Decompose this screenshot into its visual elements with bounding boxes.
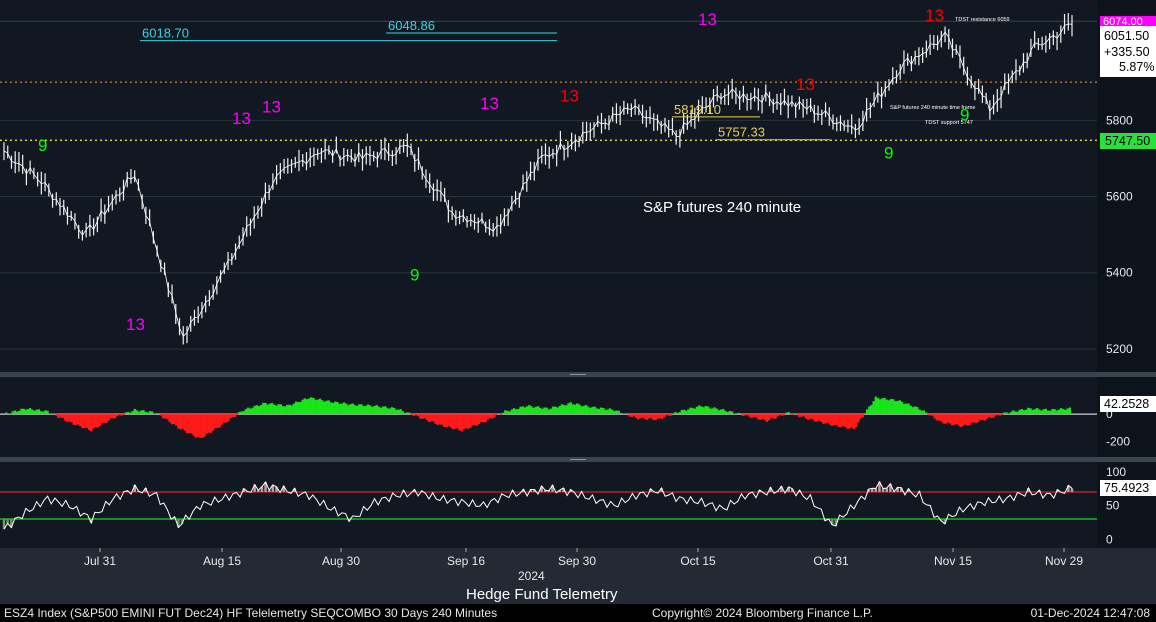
- x-tick-label: Sep 16: [447, 554, 485, 568]
- x-year-label: 2024: [518, 569, 545, 583]
- level-label: 6048.86: [388, 18, 435, 33]
- x-tick-label: Oct 15: [680, 554, 716, 568]
- x-tick-label: Oct 31: [813, 554, 849, 568]
- x-tick-label: Aug 15: [203, 554, 241, 568]
- divider-grip-1: [570, 374, 586, 375]
- momentum-tick-label: -200: [1106, 434, 1130, 448]
- signal-label: 9: [410, 265, 419, 284]
- oscillator-tick-label: 100: [1106, 465, 1126, 479]
- signal-label: 13: [126, 315, 145, 334]
- x-tick-label: Sep 30: [558, 554, 596, 568]
- oscillator-tick-label: 50: [1106, 499, 1120, 513]
- x-tick-label: Aug 30: [322, 554, 360, 568]
- price-panel-bg: [0, 0, 1097, 372]
- signal-label: 13: [796, 75, 815, 94]
- footer-timestamp: 01-Dec-2024 12:47:08: [1030, 606, 1150, 620]
- last-price: 6051.50: [1104, 29, 1149, 43]
- price-tick-label: 5200: [1106, 342, 1133, 356]
- signal-label: 13: [698, 10, 717, 29]
- price-tick-label: 5800: [1106, 113, 1133, 127]
- oscillator-tick-label: 0: [1106, 532, 1113, 546]
- x-tick-label: Nov 15: [934, 554, 972, 568]
- chart-annotation: S&P futures 240 minute: [643, 199, 801, 216]
- signal-label: 13: [262, 98, 281, 117]
- price-tick-label: 5400: [1106, 266, 1133, 280]
- signal-label: 13: [480, 94, 499, 113]
- x-tick-label: Jul 31: [84, 554, 116, 568]
- price-tick-label: 5600: [1106, 190, 1133, 204]
- footer-copyright: Copyright© 2024 Bloomberg Finance L.P.: [652, 606, 873, 620]
- x-tick-label: Nov 29: [1045, 554, 1083, 568]
- chart-note: TDST resistance 6059: [955, 17, 1010, 23]
- signal-label: 9: [38, 136, 47, 155]
- momentum-last-value: 42.2528: [1104, 397, 1149, 411]
- oscillator-last-value: 75.4923: [1104, 481, 1149, 495]
- level-label: 6018.70: [142, 26, 189, 41]
- signal-label: 9: [884, 143, 893, 162]
- chart-bottom-label: Hedge Fund Telemetry: [466, 586, 618, 603]
- reference-level: 5747.50: [1105, 134, 1150, 148]
- signal-label: 13: [925, 6, 944, 25]
- level-label: 5819.10: [674, 102, 721, 117]
- signal-label: 13: [232, 109, 251, 128]
- footer-security-description: ESZ4 Index (S&P500 EMINI FUT Dec24) HF T…: [4, 606, 498, 620]
- level-label: 5757.33: [718, 125, 765, 140]
- price-change-pct: 5.87%: [1119, 60, 1154, 74]
- divider-grip-2: [570, 459, 586, 460]
- bloomberg-chart: 5200 5400 5600 5800 6018.70 6048.86 5819.10 575…: [0, 0, 1156, 604]
- signal-label: 9: [960, 105, 969, 124]
- signal-label: 13: [560, 86, 579, 105]
- price-change: +335.50: [1104, 45, 1150, 59]
